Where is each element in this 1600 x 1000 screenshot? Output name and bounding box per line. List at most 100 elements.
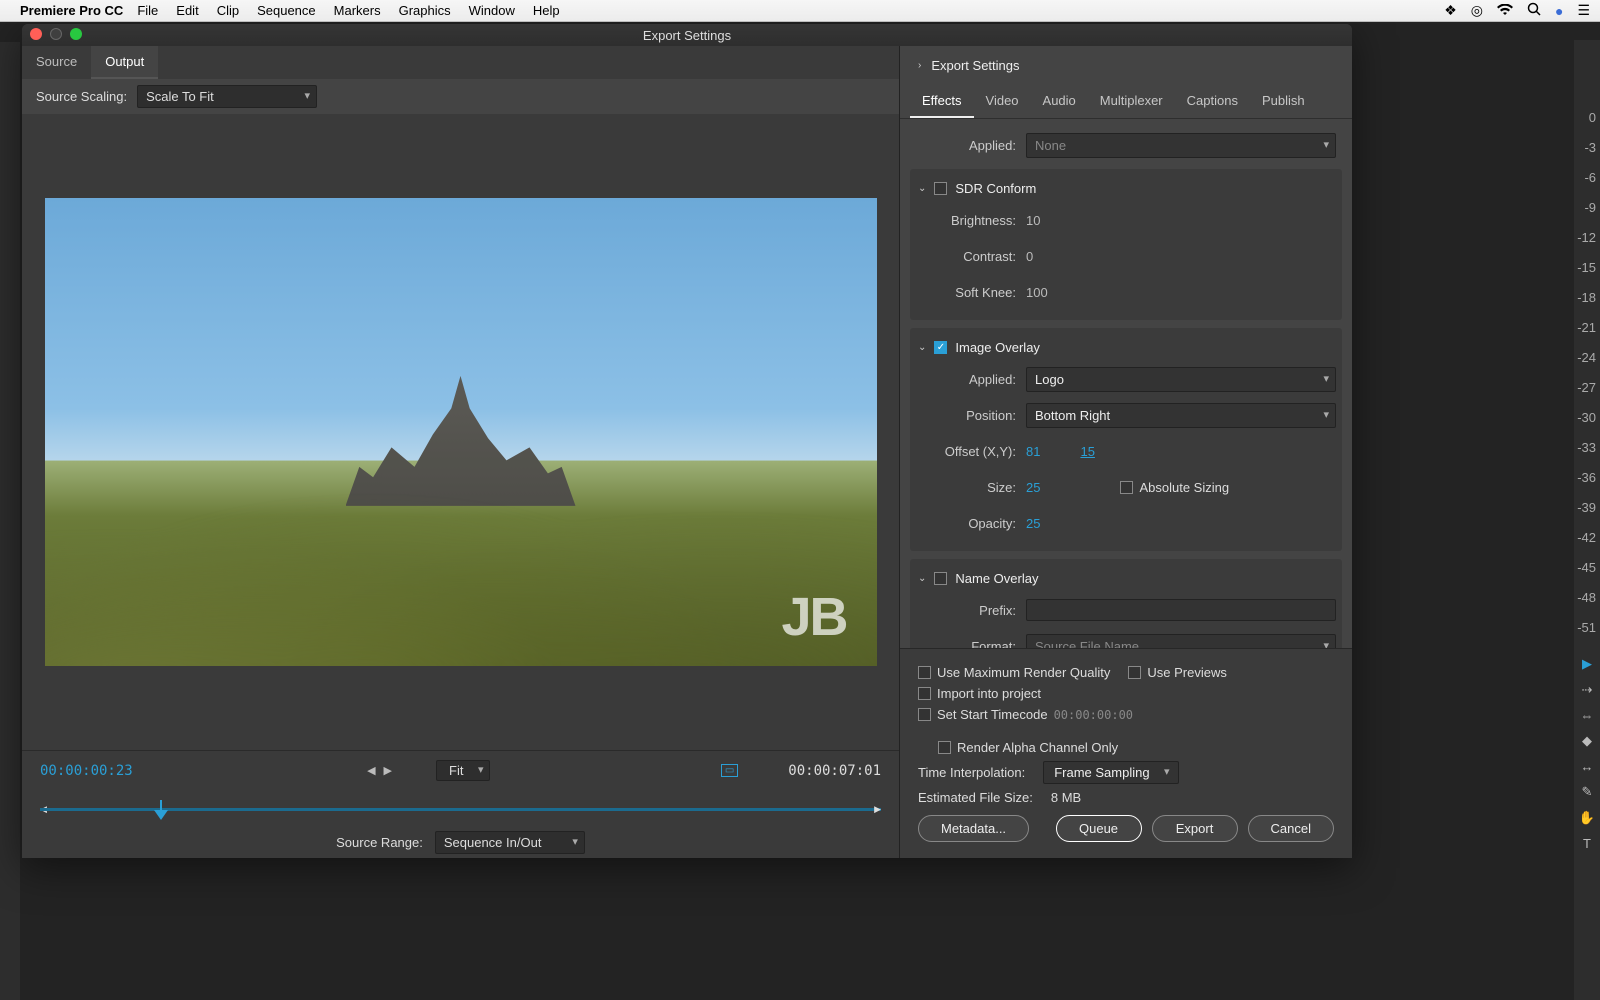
chevron-down-icon[interactable]: ⌄ (918, 342, 926, 353)
modal-titlebar: Export Settings (22, 24, 1352, 46)
window-minimize-icon[interactable] (50, 28, 62, 40)
tool-selection-icon[interactable]: ▶ (1582, 656, 1592, 672)
app-name[interactable]: Premiere Pro CC (20, 3, 123, 18)
notification-center-icon[interactable]: ☰ (1577, 2, 1590, 19)
timecode-out: 00:00:07:01 (788, 763, 881, 779)
wifi-icon[interactable] (1497, 3, 1513, 19)
sdr-brightness-label: Brightness: (916, 213, 1026, 228)
import-project-checkbox[interactable] (918, 687, 931, 700)
spotlight-icon[interactable] (1527, 2, 1541, 19)
menu-graphics[interactable]: Graphics (399, 3, 451, 18)
preview-tabs: Source Output (22, 46, 899, 79)
alpha-only-checkbox[interactable] (938, 741, 951, 754)
name-overlay-checkbox[interactable] (934, 572, 947, 585)
metadata-button[interactable]: Metadata... (918, 815, 1029, 842)
menu-clip[interactable]: Clip (217, 3, 239, 18)
name-prefix-label: Prefix: (916, 603, 1026, 618)
est-size-label: Estimated File Size: (918, 790, 1033, 805)
overlay-applied-dropdown[interactable]: Logo (1026, 367, 1336, 392)
sdr-checkbox[interactable] (934, 182, 947, 195)
source-range-label: Source Range: (336, 835, 423, 850)
lumetri-applied-dropdown[interactable]: None (1026, 133, 1336, 158)
tab-publish[interactable]: Publish (1250, 85, 1317, 118)
set-start-tc-checkbox[interactable] (918, 708, 931, 721)
tool-ripple-icon[interactable]: ⇢ (1582, 682, 1593, 698)
export-footer: Use Maximum Render Quality Use Previews … (900, 648, 1352, 858)
cancel-button[interactable]: Cancel (1248, 815, 1334, 842)
tool-hand-icon[interactable]: ✋ (1579, 810, 1595, 826)
step-fwd-icon[interactable]: ▶ (384, 764, 392, 777)
image-overlay-checkbox[interactable]: ✓ (934, 341, 947, 354)
sdr-contrast-value[interactable]: 0 (1026, 249, 1033, 264)
queue-button[interactable]: Queue (1056, 815, 1142, 842)
time-interp-dropdown[interactable]: Frame Sampling (1043, 761, 1178, 784)
set-start-tc-value[interactable]: 00:00:00:00 (1054, 708, 1133, 722)
overlay-offset-x[interactable]: 81 (1026, 444, 1040, 459)
step-back-icon[interactable]: ◀ (367, 764, 375, 777)
menu-edit[interactable]: Edit (176, 3, 198, 18)
menu-help[interactable]: Help (533, 3, 560, 18)
tool-rolling-icon[interactable]: ⇔ (1581, 708, 1594, 723)
max-quality-checkbox[interactable] (918, 666, 931, 679)
tab-output[interactable]: Output (91, 46, 158, 79)
absolute-sizing-checkbox[interactable] (1120, 481, 1133, 494)
import-project-label: Import into project (937, 686, 1041, 701)
menu-sequence[interactable]: Sequence (257, 3, 316, 18)
sdr-title: SDR Conform (955, 181, 1036, 196)
sdr-brightness-value[interactable]: 10 (1026, 213, 1040, 228)
use-previews-checkbox[interactable] (1128, 666, 1141, 679)
tab-effects[interactable]: Effects (910, 85, 974, 118)
source-scaling-dropdown[interactable]: Scale To Fit (137, 85, 317, 108)
tab-video[interactable]: Video (974, 85, 1031, 118)
overlay-position-dropdown[interactable]: Bottom Right (1026, 403, 1336, 428)
tool-type-icon[interactable]: T (1583, 836, 1591, 851)
export-settings-header: Export Settings (931, 58, 1019, 73)
chevron-down-icon[interactable]: ⌄ (918, 183, 926, 194)
menu-window[interactable]: Window (469, 3, 515, 18)
tool-razor-icon[interactable]: ◆ (1582, 733, 1592, 749)
chevron-down-icon[interactable]: ⌄ (918, 573, 926, 584)
source-scaling-label: Source Scaling: (36, 89, 127, 104)
sdr-conform-section: ⌄ SDR Conform Brightness:10 Contrast:0 S… (910, 169, 1342, 320)
set-start-tc-label: Set Start Timecode (937, 707, 1048, 722)
overlay-offset-y[interactable]: 15 (1080, 444, 1094, 459)
tab-audio[interactable]: Audio (1031, 85, 1088, 118)
tab-captions[interactable]: Captions (1175, 85, 1250, 118)
modal-title: Export Settings (643, 28, 731, 43)
aspect-icon[interactable]: ▭ (721, 764, 738, 777)
overlay-opacity-value[interactable]: 25 (1026, 516, 1040, 531)
scrub-row[interactable]: ◀ ▶ (22, 790, 899, 826)
scrub-handle[interactable] (154, 800, 168, 820)
creative-cloud-icon[interactable]: ◎ (1471, 2, 1483, 19)
timecode-in[interactable]: 00:00:00:23 (40, 763, 133, 779)
overlay-size-value[interactable]: 25 (1026, 480, 1040, 495)
tab-source[interactable]: Source (22, 46, 91, 79)
window-close-icon[interactable] (30, 28, 42, 40)
sdr-contrast-label: Contrast: (916, 249, 1026, 264)
tab-multiplexer[interactable]: Multiplexer (1088, 85, 1175, 118)
image-overlay-section: ⌄ ✓ Image Overlay Applied:Logo Position:… (910, 328, 1342, 551)
export-button[interactable]: Export (1152, 815, 1238, 842)
video-preview: JB (45, 198, 877, 666)
zoom-fit-dropdown[interactable]: Fit (436, 760, 490, 781)
sdr-softknee-value[interactable]: 100 (1026, 285, 1048, 300)
time-interp-label: Time Interpolation: (918, 765, 1025, 780)
overlay-opacity-label: Opacity: (916, 516, 1026, 531)
menu-file[interactable]: File (137, 3, 158, 18)
overlay-position-label: Position: (916, 408, 1026, 423)
name-format-dropdown[interactable]: Source File Name (1026, 634, 1336, 649)
timeline-bar: 00:00:00:23 ◀ ▶ Fit ▭ 00:00:07:01 (22, 750, 899, 790)
name-format-label: Format: (916, 639, 1026, 649)
name-prefix-input[interactable] (1026, 599, 1336, 621)
siri-icon[interactable]: ● (1555, 3, 1563, 19)
status-icon[interactable]: ❖ (1444, 2, 1457, 19)
tool-slip-icon[interactable]: ↔ (1581, 759, 1594, 774)
effects-scroll[interactable]: Applied: None ⌄ SDR Conform Brightness:1… (900, 119, 1352, 648)
chevron-right-icon[interactable]: › (918, 60, 921, 71)
menu-markers[interactable]: Markers (334, 3, 381, 18)
source-range-dropdown[interactable]: Sequence In/Out (435, 831, 585, 854)
est-size-value: 8 MB (1051, 790, 1081, 805)
window-maximize-icon[interactable] (70, 28, 82, 40)
tool-pen-icon[interactable]: ✎ (1582, 784, 1593, 800)
mac-menubar: Premiere Pro CC File Edit Clip Sequence … (0, 0, 1600, 22)
